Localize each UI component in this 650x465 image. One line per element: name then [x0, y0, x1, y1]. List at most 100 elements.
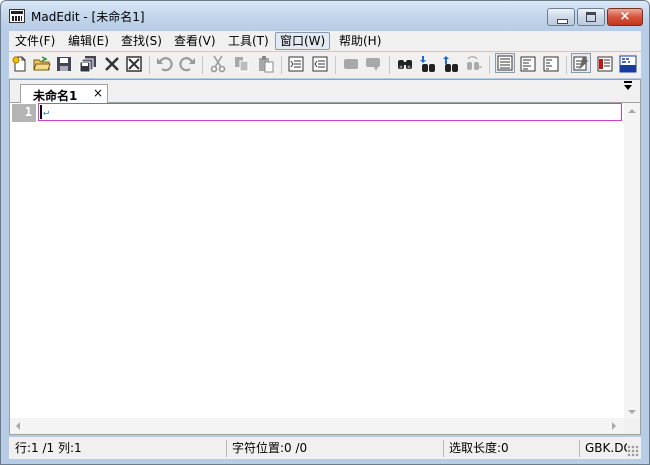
- tab-untitled-1[interactable]: 未命名1 ×: [20, 84, 108, 103]
- close-icon: ×: [619, 9, 631, 24]
- indent-icon: [288, 56, 304, 72]
- line-number-gutter: 1: [12, 104, 36, 122]
- status-bar: 行:1 /1 列:1 字符位置:0 /0 选取长度:0 GBK.DO: [9, 437, 641, 459]
- comment-button[interactable]: [342, 55, 360, 73]
- comment-icon: [344, 59, 358, 69]
- text-mode-button[interactable]: [495, 53, 515, 73]
- menu-help[interactable]: 帮助(H): [335, 32, 385, 50]
- column-mode-button[interactable]: [519, 55, 537, 73]
- new-file-icon: [12, 56, 26, 72]
- find-previous-icon: [443, 56, 458, 72]
- menu-tools[interactable]: 工具(T): [224, 32, 273, 50]
- tab-list-dropdown-icon[interactable]: [624, 81, 632, 90]
- close-file-button[interactable]: [103, 55, 121, 73]
- status-encoding[interactable]: GBK.DO: [585, 440, 627, 456]
- toolbar-separator: [566, 56, 567, 74]
- copy-icon: [235, 57, 249, 72]
- minimize-button[interactable]: [547, 8, 575, 26]
- column-mode-icon: [520, 56, 536, 72]
- close-all-button[interactable]: [125, 55, 143, 73]
- toolbar-separator: [389, 56, 390, 74]
- newline-marker: ↵: [43, 107, 50, 118]
- find-button[interactable]: [396, 55, 414, 73]
- tab-close-icon[interactable]: ×: [93, 86, 103, 100]
- menu-search[interactable]: 查找(S): [117, 32, 166, 50]
- uncomment-button[interactable]: [365, 55, 383, 73]
- tab-strip: 未命名1 ×: [10, 80, 640, 103]
- status-divider: [579, 440, 580, 457]
- hex-mode-icon: [543, 56, 559, 72]
- save-button[interactable]: [55, 55, 73, 73]
- word-wrap-button[interactable]: [571, 53, 591, 73]
- menu-window[interactable]: 窗口(W): [275, 32, 331, 50]
- find-next-icon: [420, 56, 435, 72]
- find-icon: [398, 60, 412, 69]
- menu-file[interactable]: 文件(F): [11, 32, 59, 50]
- undo-icon: [157, 57, 173, 72]
- unindent-button[interactable]: [311, 55, 329, 73]
- uncomment-icon: [366, 58, 380, 71]
- toolbar-separator: [149, 56, 150, 74]
- window-title: MadEdit - [未命名1]: [31, 10, 145, 24]
- new-file-button[interactable]: [11, 55, 29, 73]
- replace-button[interactable]: [465, 55, 483, 73]
- menu-bar: 文件(F) 编辑(E) 查找(S) 查看(V) 工具(T) 窗口(W) 帮助(H…: [9, 31, 641, 51]
- app-icon[interactable]: [9, 9, 25, 23]
- status-divider: [226, 440, 227, 457]
- close-button[interactable]: ×: [607, 8, 643, 26]
- menu-edit[interactable]: 编辑(E): [64, 32, 113, 50]
- undo-button[interactable]: [155, 55, 173, 73]
- copy-button[interactable]: [233, 55, 251, 73]
- paste-icon: [259, 56, 274, 73]
- hex-mode-button[interactable]: [542, 55, 560, 73]
- line-number: 1: [24, 105, 32, 119]
- find-previous-button[interactable]: [442, 55, 460, 73]
- horizontal-scrollbar[interactable]: [10, 418, 624, 434]
- toolbar: [9, 52, 641, 78]
- open-file-button[interactable]: [33, 55, 51, 73]
- title-bar[interactable]: MadEdit - [未命名1] ×: [1, 1, 649, 31]
- current-line-highlight[interactable]: [38, 103, 622, 121]
- status-selection-length: 选取长度:0: [449, 441, 509, 455]
- editor-area: 未命名1 × 1 ↵: [9, 79, 641, 435]
- hex-view-icon: [619, 55, 637, 73]
- hex-view-button[interactable]: [619, 55, 637, 73]
- resize-grip-icon[interactable]: [627, 445, 639, 457]
- word-wrap-icon: [573, 56, 588, 71]
- minimize-icon: [557, 19, 568, 24]
- cut-icon: [210, 55, 226, 73]
- text-mode-toggle-icon: [597, 56, 613, 72]
- close-all-icon: [126, 56, 142, 72]
- cut-button[interactable]: [209, 55, 227, 73]
- text-caret: [40, 105, 42, 119]
- tab-label: 未命名1: [33, 89, 78, 103]
- status-divider: [443, 440, 444, 457]
- text-mode-toggle-button[interactable]: [596, 55, 614, 73]
- find-next-button[interactable]: [419, 55, 437, 73]
- save-all-icon: [79, 56, 96, 73]
- status-char-position: 字符位置:0 /0: [232, 441, 308, 455]
- scroll-left-icon[interactable]: [16, 422, 20, 430]
- save-all-button[interactable]: [79, 55, 97, 73]
- paste-button[interactable]: [257, 55, 275, 73]
- toolbar-separator: [489, 56, 490, 74]
- indent-button[interactable]: [287, 55, 305, 73]
- scrollbar-corner: [624, 418, 640, 434]
- scroll-down-icon[interactable]: [628, 410, 636, 414]
- menu-view[interactable]: 查看(V): [170, 32, 220, 50]
- text-mode-icon: [497, 55, 513, 71]
- status-line-column: 行:1 /1 列:1: [15, 441, 82, 455]
- toolbar-separator: [281, 56, 282, 74]
- save-icon: [57, 57, 71, 71]
- replace-icon: [467, 56, 482, 70]
- scroll-right-icon[interactable]: [612, 422, 616, 430]
- app-window: MadEdit - [未命名1] × 文件(F) 编辑(E) 查找(S) 查看(…: [0, 0, 650, 465]
- unindent-icon: [312, 56, 328, 72]
- maximize-button[interactable]: [577, 8, 605, 26]
- scroll-up-icon[interactable]: [628, 109, 636, 113]
- vertical-scrollbar[interactable]: [624, 103, 640, 420]
- open-file-icon: [33, 56, 51, 71]
- toolbar-separator: [202, 56, 203, 74]
- close-file-icon: [105, 57, 119, 71]
- redo-button[interactable]: [179, 55, 197, 73]
